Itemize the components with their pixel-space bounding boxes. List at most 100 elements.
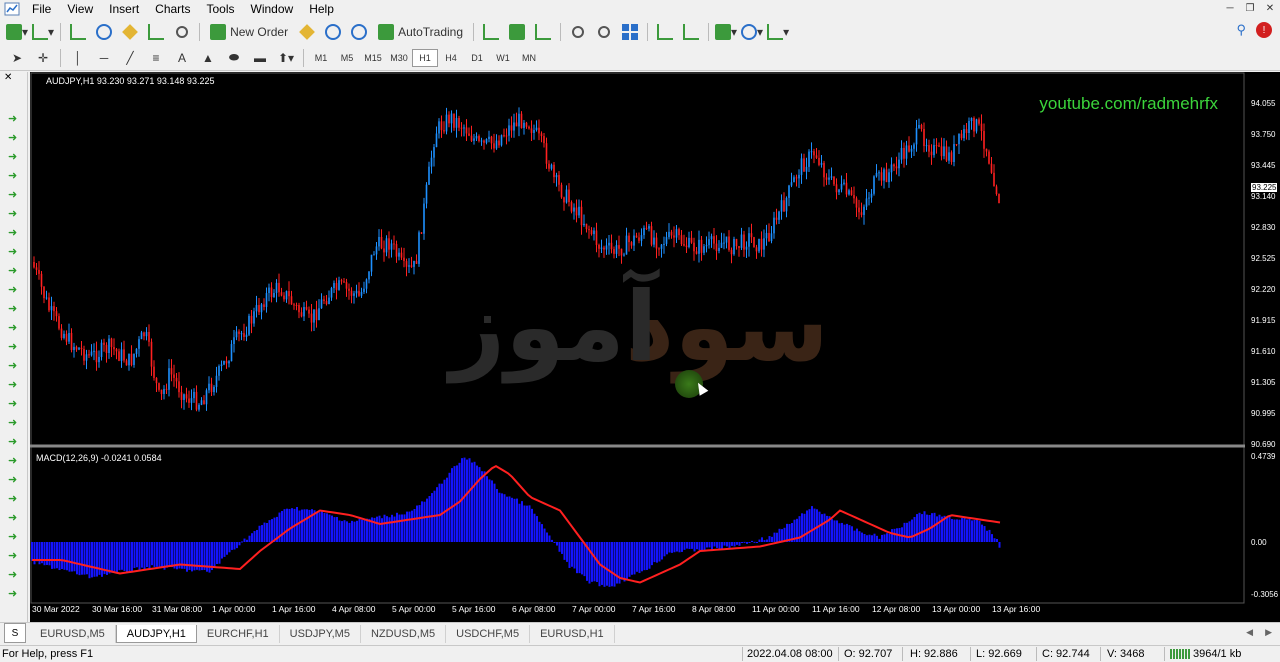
tab-eurchf-h1[interactable]: EURCHF,H1 [197,624,280,643]
timeframe-mn[interactable]: MN [516,49,542,67]
expert-arrow-icon[interactable]: ➜ [8,513,19,524]
templates-button[interactable]: ▾ [767,21,789,43]
alert-icon[interactable]: ! [1256,22,1272,38]
expert-arrow-icon[interactable]: ➜ [8,114,19,125]
bar-chart-button[interactable] [480,21,502,43]
expert-arrow-icon[interactable]: ➜ [8,551,19,562]
zoom-out-button[interactable] [593,21,615,43]
expert-arrow-icon[interactable]: ➜ [8,342,19,353]
profiles-button[interactable]: ▾ [32,21,54,43]
menu-window[interactable]: Window [243,0,302,18]
text-tool[interactable]: A [171,47,193,69]
timeframe-m30[interactable]: M30 [386,49,412,67]
expert-arrow-icon[interactable]: ➜ [8,361,19,372]
indicators-button[interactable]: ▾ [715,21,737,43]
close-icon[interactable]: ✕ [1260,0,1280,16]
candle-chart-button[interactable] [506,21,528,43]
zoom-in-button[interactable] [567,21,589,43]
tile-windows-button[interactable] [619,21,641,43]
strategy-tester-button[interactable] [171,21,193,43]
scroll-right-icon[interactable]: ▶ [1265,627,1272,638]
timeframe-m15[interactable]: M15 [360,49,386,67]
navigator-button[interactable] [119,21,141,43]
channel-tool[interactable]: ≡ [145,47,167,69]
rectangle-tool[interactable]: ▬ [249,47,271,69]
sidebar-close-icon[interactable]: ✕ [4,72,12,83]
vertical-line-tool[interactable]: │ [67,47,89,69]
candle-body [95,350,98,363]
candle-body [93,350,95,352]
new-chart-button[interactable]: ▾ [6,21,28,43]
expert-arrow-icon[interactable]: ➜ [8,494,19,505]
expert-arrow-icon[interactable]: ➜ [8,285,19,296]
minimize-icon[interactable]: ─ [1220,0,1240,16]
search-icon[interactable]: ⚲ [1236,22,1246,38]
macd-bar [546,532,548,542]
expert-arrow-icon[interactable]: ➜ [8,190,19,201]
expert-arrow-icon[interactable]: ➜ [8,380,19,391]
tab-usdjpy-m5[interactable]: USDJPY,M5 [280,624,361,643]
autotrading-button[interactable]: AutoTrading [374,21,467,43]
periods-button[interactable]: ▾ [741,21,763,43]
auto-scroll-button[interactable] [654,21,676,43]
horizontal-line-tool[interactable]: ─ [93,47,115,69]
metaeditor-button[interactable] [296,21,318,43]
signals-button[interactable] [322,21,344,43]
menu-help[interactable]: Help [301,0,342,18]
ellipse-tool[interactable]: ⬬ [223,47,245,69]
chart-shift-button[interactable] [680,21,702,43]
menu-view[interactable]: View [59,0,101,18]
trendline-tool[interactable]: ╱ [119,47,141,69]
expert-arrow-icon[interactable]: ➜ [8,228,19,239]
expert-arrow-icon[interactable]: ➜ [8,532,19,543]
expert-arrow-icon[interactable]: ➜ [8,171,19,182]
expert-arrow-icon[interactable]: ➜ [8,456,19,467]
menu-insert[interactable]: Insert [101,0,147,18]
crosshair-tool[interactable]: ✛ [32,47,54,69]
menu-tools[interactable]: Tools [199,0,243,18]
expert-arrow-icon[interactable]: ➜ [8,304,19,315]
expert-arrow-icon[interactable]: ➜ [8,437,19,448]
timeframe-d1[interactable]: D1 [464,49,490,67]
expert-arrow-icon[interactable]: ➜ [8,247,19,258]
expert-arrow-icon[interactable]: ➜ [8,475,19,486]
tab-eurusd-m5[interactable]: EURUSD,M5 [30,624,116,643]
expert-arrow-icon[interactable]: ➜ [8,570,19,581]
line-chart-button[interactable] [532,21,554,43]
timeframe-h4[interactable]: H4 [438,49,464,67]
menu-file[interactable]: File [24,0,59,18]
restore-icon[interactable]: ❐ [1240,0,1260,16]
expert-arrow-icon[interactable]: ➜ [8,323,19,334]
triangle-tool[interactable]: ▲ [197,47,219,69]
cursor-tool[interactable]: ➤ [6,47,28,69]
scroll-left-icon[interactable]: ◀ [1246,627,1253,638]
expert-arrow-icon[interactable]: ➜ [8,418,19,429]
candle-body [210,383,213,393]
menu-charts[interactable]: Charts [147,0,198,18]
new-order-button[interactable]: New Order [206,21,292,43]
expert-arrow-icon[interactable]: ➜ [8,266,19,277]
vertical-line-icon: │ [74,50,82,65]
timeframe-m1[interactable]: M1 [308,49,334,67]
tab-usdchf-m5[interactable]: USDCHF,M5 [446,624,531,643]
timeframe-w1[interactable]: W1 [490,49,516,67]
expert-arrow-icon[interactable]: ➜ [8,589,19,600]
tab-sidebar-toggle[interactable]: S [4,623,26,643]
candle-body [933,145,935,156]
market-watch-button[interactable] [67,21,89,43]
macd-bar [431,493,433,542]
expert-arrow-icon[interactable]: ➜ [8,133,19,144]
chart-window[interactable]: سود آموز AUDJPY,H1 93.230 93.271 93.148 … [30,72,1280,622]
tab-audjpy-h1[interactable]: AUDJPY,H1 [115,624,197,643]
tab-eurusd-h1[interactable]: EURUSD,H1 [530,624,615,643]
data-window-button[interactable] [93,21,115,43]
expert-arrow-icon[interactable]: ➜ [8,152,19,163]
market-button[interactable] [348,21,370,43]
terminal-button[interactable] [145,21,167,43]
timeframe-h1[interactable]: H1 [412,48,438,67]
expert-arrow-icon[interactable]: ➜ [8,209,19,220]
arrows-tool[interactable]: ⬆▾ [275,47,297,69]
expert-arrow-icon[interactable]: ➜ [8,399,19,410]
tab-nzdusd-m5[interactable]: NZDUSD,M5 [361,624,447,643]
timeframe-m5[interactable]: M5 [334,49,360,67]
